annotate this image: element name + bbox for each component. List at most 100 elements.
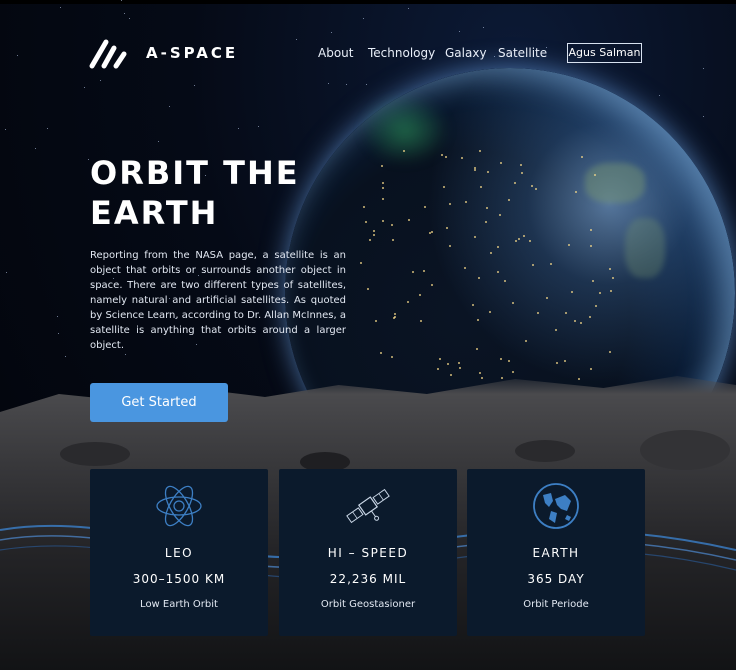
city-light xyxy=(589,316,591,318)
city-light xyxy=(612,277,614,279)
city-light xyxy=(437,368,439,370)
city-light xyxy=(568,244,570,246)
city-light xyxy=(479,372,481,374)
city-light xyxy=(518,238,520,240)
star xyxy=(238,128,239,129)
logo-icon[interactable] xyxy=(88,38,128,70)
city-light xyxy=(512,302,514,304)
city-light xyxy=(595,305,597,307)
city-light xyxy=(590,368,592,370)
city-light xyxy=(375,320,377,322)
city-light xyxy=(512,371,514,373)
city-light xyxy=(431,284,433,286)
city-light xyxy=(555,329,557,331)
city-light xyxy=(590,229,592,231)
city-light xyxy=(458,362,460,364)
city-light xyxy=(449,203,451,205)
city-light xyxy=(382,182,384,184)
city-light xyxy=(500,162,502,164)
city-light xyxy=(382,198,384,200)
city-light xyxy=(609,268,611,270)
stat-card-hi-speed[interactable]: HI – SPEED 22,236 MIL Orbit Geostasioner xyxy=(279,469,457,636)
city-light xyxy=(447,363,449,365)
nav-link-galaxy[interactable]: Galaxy xyxy=(445,46,487,60)
card-value: 22,236 MIL xyxy=(329,572,407,586)
city-light xyxy=(423,270,425,272)
card-title: EARTH xyxy=(532,546,580,560)
star xyxy=(125,354,126,355)
city-light xyxy=(380,352,382,354)
city-light xyxy=(497,271,499,273)
card-caption: Low Earth Orbit xyxy=(140,599,218,610)
city-light xyxy=(360,262,362,264)
city-light xyxy=(578,378,580,380)
nav-link-technology[interactable]: Technology xyxy=(368,46,435,60)
city-light xyxy=(523,235,525,237)
city-light xyxy=(599,292,601,294)
city-light xyxy=(499,214,501,216)
city-light xyxy=(391,356,393,358)
city-light xyxy=(481,377,483,379)
city-light xyxy=(515,240,517,242)
city-light xyxy=(394,316,396,318)
city-light xyxy=(478,277,480,279)
city-light xyxy=(480,186,482,188)
globe-icon xyxy=(533,483,579,529)
city-light xyxy=(392,239,394,241)
city-light xyxy=(497,246,499,248)
star xyxy=(57,316,58,317)
city-light xyxy=(449,245,451,247)
city-light xyxy=(477,319,479,321)
city-light xyxy=(439,358,441,360)
city-light xyxy=(474,169,476,171)
city-light xyxy=(564,360,566,362)
stat-card-leo[interactable]: LEO 300–1500 KM Low Earth Orbit xyxy=(90,469,268,636)
card-value: 365 DAY xyxy=(527,572,585,586)
city-light xyxy=(580,322,582,324)
card-caption: Orbit Geostasioner xyxy=(320,599,416,610)
city-light xyxy=(529,240,531,242)
city-light xyxy=(443,186,445,188)
get-started-button[interactable]: Get Started xyxy=(90,383,228,422)
city-light xyxy=(420,320,422,322)
nav-link-satellite[interactable]: Satellite xyxy=(498,46,547,60)
city-light xyxy=(610,290,612,292)
city-light xyxy=(581,156,583,158)
brand-name[interactable]: A-SPACE xyxy=(146,44,238,62)
city-light xyxy=(592,280,594,282)
user-account-button[interactable]: Agus Salman xyxy=(567,43,642,63)
city-light xyxy=(476,348,478,350)
star xyxy=(47,128,48,129)
city-light xyxy=(537,312,539,314)
city-light xyxy=(571,291,573,293)
city-light xyxy=(412,271,414,273)
nav-link-about[interactable]: About xyxy=(318,46,353,60)
city-light xyxy=(508,360,510,362)
hero-title-line-1: ORBIT THE xyxy=(90,154,300,192)
star xyxy=(158,141,159,142)
city-light xyxy=(520,164,522,166)
city-light xyxy=(381,165,383,167)
city-light xyxy=(394,313,396,315)
city-light xyxy=(565,312,567,314)
card-value: 300–1500 KM xyxy=(132,572,226,586)
city-light xyxy=(465,201,467,203)
city-light xyxy=(446,227,448,229)
card-title: HI – SPEED xyxy=(327,546,409,560)
city-light xyxy=(474,236,476,238)
city-light xyxy=(408,219,410,221)
star xyxy=(5,129,6,130)
city-light xyxy=(382,187,384,189)
card-caption: Orbit Periode xyxy=(523,599,589,610)
city-light xyxy=(514,182,516,184)
city-light xyxy=(550,263,552,265)
city-light xyxy=(382,220,384,222)
city-light xyxy=(407,301,409,303)
city-light xyxy=(431,231,433,233)
city-light xyxy=(574,320,576,322)
star xyxy=(65,356,66,357)
city-light xyxy=(459,367,461,369)
city-light xyxy=(367,288,369,290)
stat-card-earth[interactable]: EARTH 365 DAY Orbit Periode xyxy=(467,469,645,636)
city-light xyxy=(575,191,577,193)
